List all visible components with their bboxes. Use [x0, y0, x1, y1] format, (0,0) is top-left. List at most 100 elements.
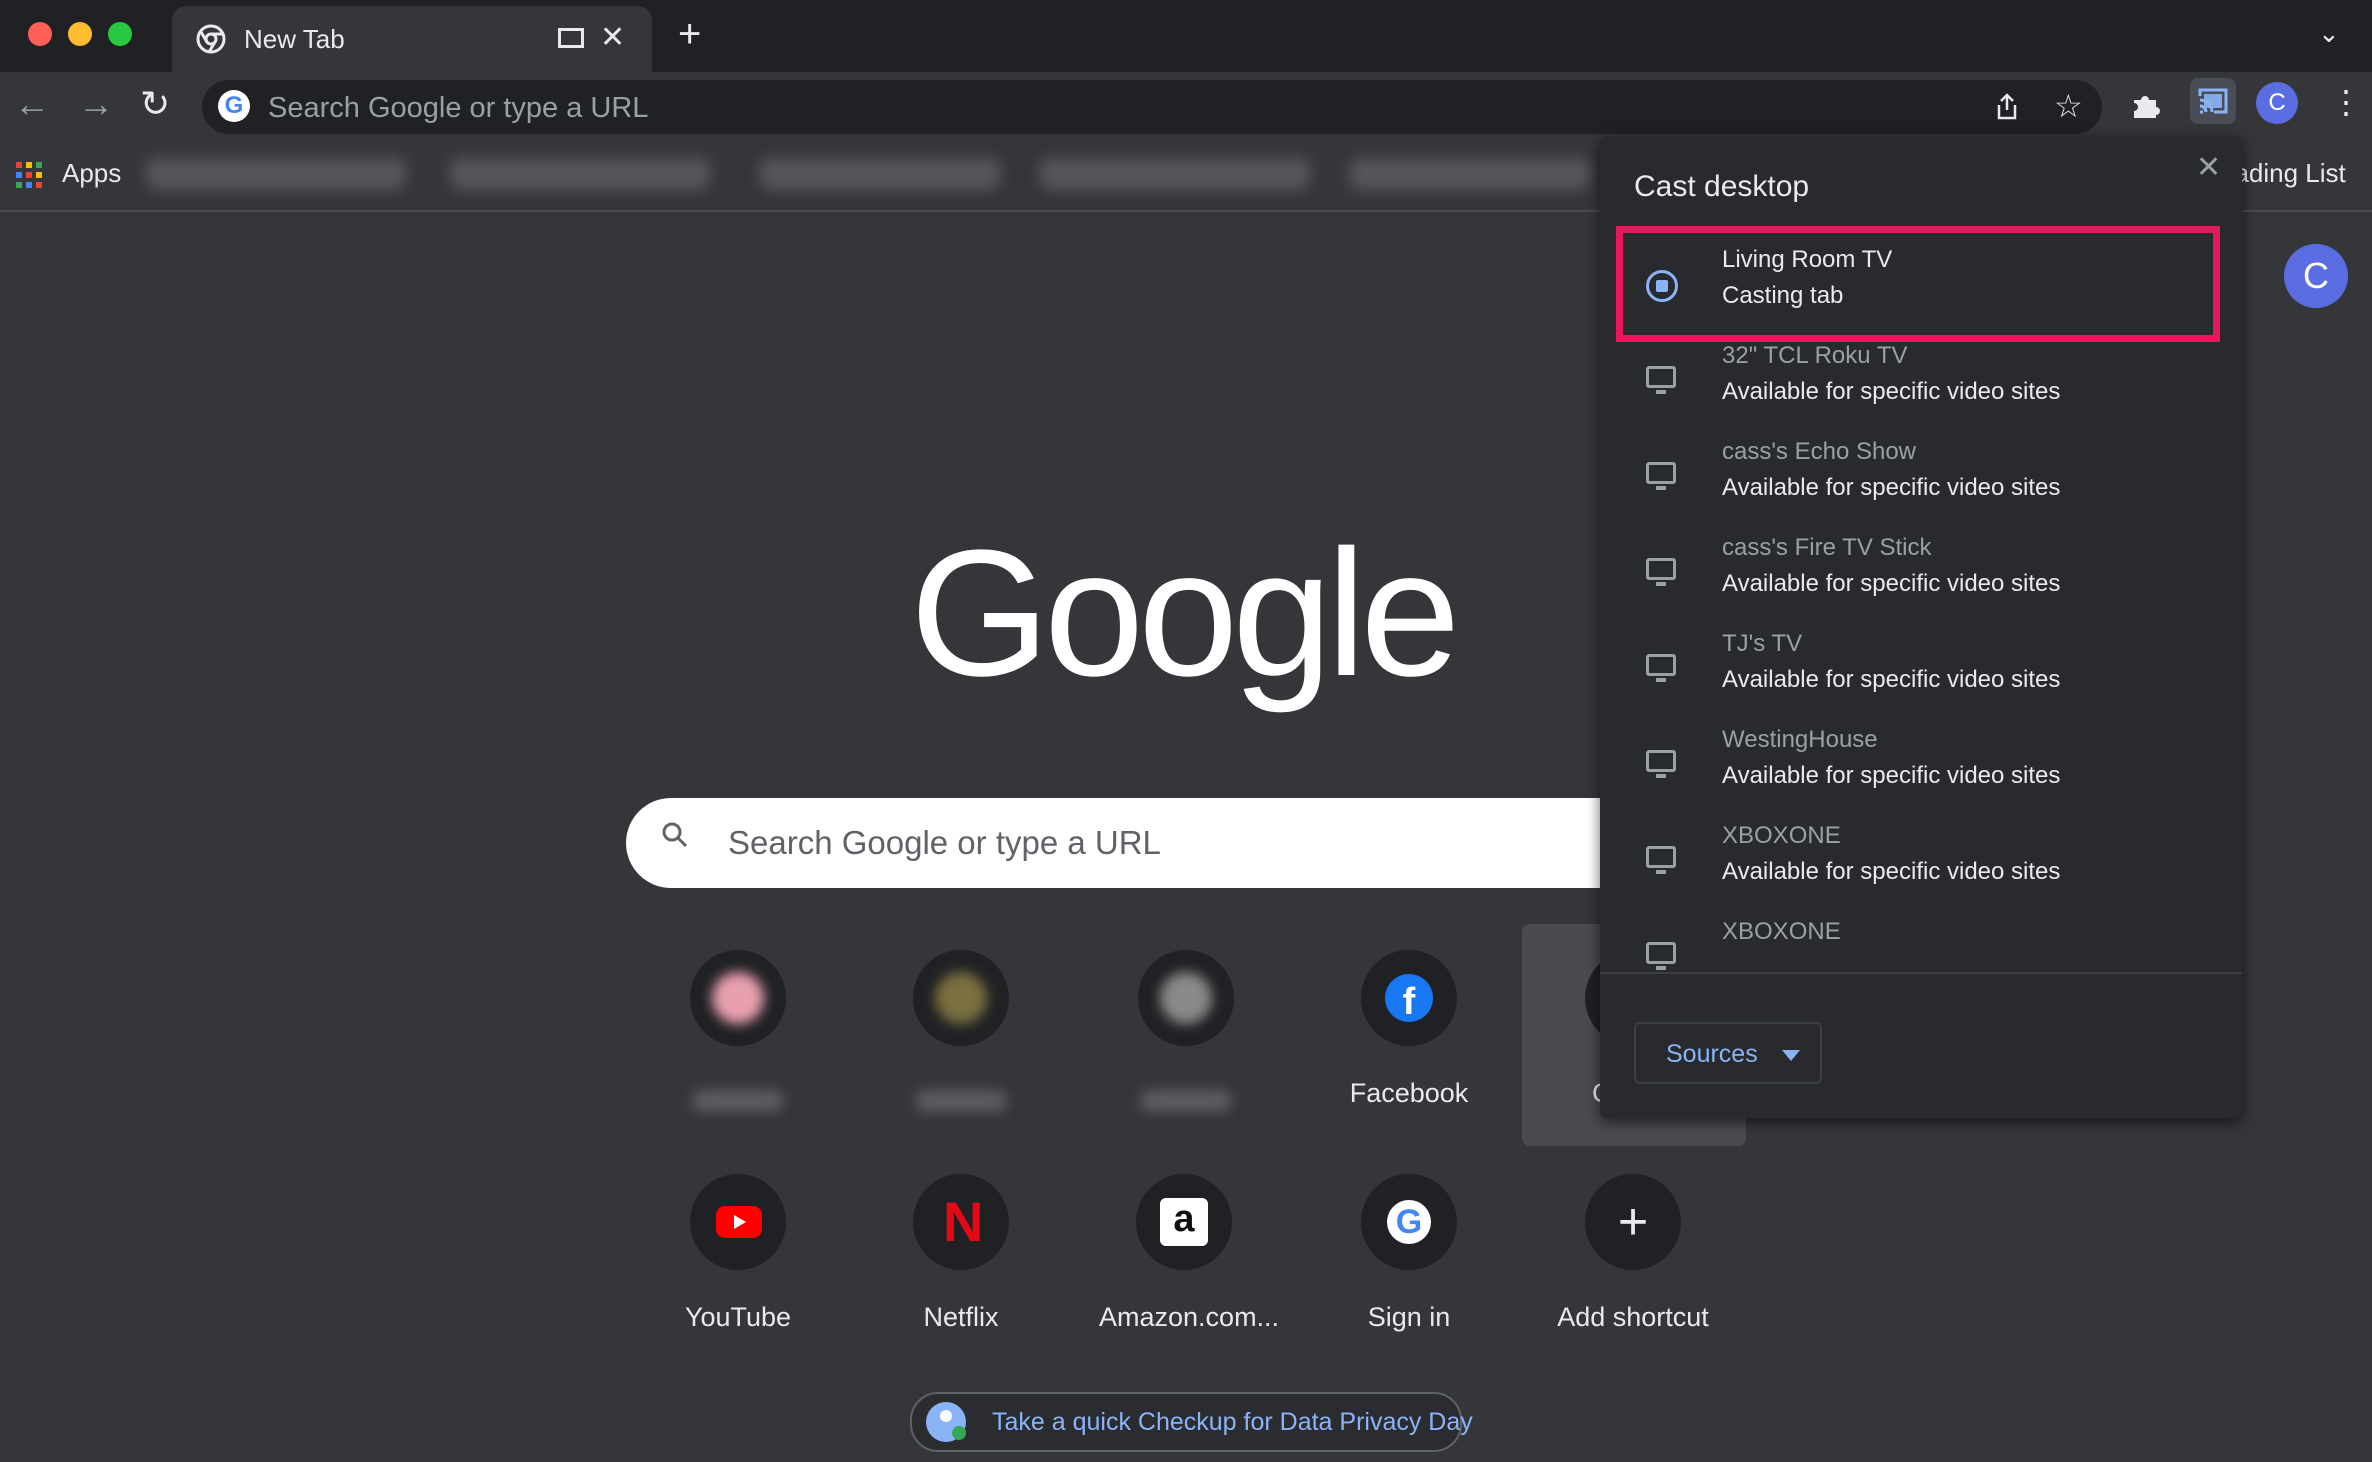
title-bar: New Tab ✕ + ⌄	[0, 0, 2372, 72]
youtube-icon	[716, 1206, 762, 1238]
google-icon: G	[218, 90, 250, 122]
toolbar: ← → ↻ G Search Google or type a URL ☆ C …	[0, 72, 2372, 140]
profile-avatar[interactable]: C	[2256, 82, 2298, 124]
shortcut-tile[interactable]	[1101, 930, 1271, 1150]
account-avatar[interactable]: C	[2284, 244, 2348, 308]
google-logo: Google	[910, 513, 1460, 714]
shortcut-label: Amazon.com...	[1099, 1302, 1280, 1332]
minimize-window-button[interactable]	[68, 22, 92, 46]
privacy-checkup-icon	[926, 1402, 966, 1442]
bookmark-item[interactable]	[1040, 158, 1310, 190]
shortcut-netflix[interactable]: N Netflix	[876, 1154, 1046, 1374]
shortcut-amazon[interactable]: a Amazon.com...	[1099, 1154, 1280, 1374]
google-icon: G	[1387, 1200, 1431, 1244]
sink-name: XBOXONE	[1722, 822, 1841, 849]
apps-link[interactable]: Apps	[62, 158, 121, 189]
sink-status: Available for specific video sites	[1722, 474, 2061, 501]
tab-close-icon[interactable]: ✕	[600, 20, 625, 55]
shortcut-tile[interactable]	[653, 930, 823, 1150]
shortcut-youtube[interactable]: YouTube	[653, 1154, 823, 1374]
shortcut-label-blurred	[1141, 1090, 1231, 1112]
plus-icon: +	[1617, 1193, 1649, 1251]
sink-name: XBOXONE	[1722, 918, 1841, 945]
close-icon[interactable]: ✕	[2196, 150, 2221, 185]
privacy-checkup-promo[interactable]: Take a quick Checkup for Data Privacy Da…	[910, 1392, 1473, 1452]
tv-icon	[1646, 654, 1676, 682]
reload-button[interactable]: ↻	[140, 86, 170, 122]
add-shortcut-button[interactable]: + Add shortcut	[1548, 1154, 1718, 1374]
omnibox[interactable]: G Search Google or type a URL ☆	[202, 80, 2102, 134]
ntp-search-box[interactable]: Search Google or type a URL	[626, 798, 1746, 888]
bookmark-item[interactable]	[146, 158, 406, 190]
new-tab-button[interactable]: +	[678, 14, 701, 54]
tab-search-icon[interactable]: ⌄	[2318, 18, 2340, 49]
shortcut-label: Sign in	[1367, 1302, 1451, 1332]
extensions-icon[interactable]	[2130, 90, 2162, 122]
ntp-search-input[interactable]: Search Google or type a URL	[728, 824, 1161, 862]
shortcut-sign-in[interactable]: G Sign in	[1324, 1154, 1494, 1374]
cast-dialog-title: Cast desktop	[1634, 170, 1810, 203]
tv-icon	[1646, 750, 1676, 778]
shortcut-tile[interactable]	[876, 930, 1046, 1150]
shortcut-label: YouTube	[684, 1302, 792, 1332]
chrome-icon	[196, 24, 226, 54]
shortcut-circle	[1585, 950, 1600, 1046]
privacy-checkup-link[interactable]: Take a quick Checkup for Data Privacy Da…	[992, 1408, 1473, 1437]
tab-title: New Tab	[244, 24, 345, 54]
shortcut-circle	[913, 950, 1009, 1046]
sources-label: Sources	[1666, 1040, 1758, 1068]
amazon-icon: a	[1160, 1198, 1208, 1246]
sink-status: Available for specific video sites	[1722, 570, 2061, 597]
forward-button[interactable]: →	[78, 86, 114, 122]
cast-sink[interactable]: TJ's TV Available for specific video sit…	[1600, 620, 2242, 716]
sink-name: cass's Echo Show	[1722, 438, 1917, 465]
cast-sink[interactable]: XBOXONE Available for specific video sit…	[1600, 812, 2242, 908]
sink-name: cass's Fire TV Stick	[1722, 534, 1932, 561]
shortcut-label: Add shortcut	[1557, 1302, 1709, 1332]
tv-icon	[1646, 462, 1676, 490]
shortcut-circle	[690, 1174, 786, 1270]
shortcut-circle: f	[1361, 950, 1457, 1046]
menu-icon[interactable]: ⋮	[2330, 84, 2362, 120]
close-window-button[interactable]	[28, 22, 52, 46]
shortcut-label-blurred	[693, 1090, 783, 1112]
bookmark-item[interactable]	[450, 158, 710, 190]
shortcut-label: Netflix	[923, 1302, 999, 1332]
shortcut-circle	[690, 950, 786, 1046]
sink-name: TJ's TV	[1722, 630, 1803, 657]
cast-sink[interactable]: WestingHouse Available for specific vide…	[1600, 716, 2242, 812]
bookmark-item[interactable]	[1350, 158, 1590, 190]
back-button[interactable]: ←	[14, 86, 50, 122]
shortcut-circle: N	[913, 1174, 1009, 1270]
cast-sink[interactable]: cass's Fire TV Stick Available for speci…	[1600, 524, 2242, 620]
cast-sink[interactable]: 32" TCL Roku TV Available for specific v…	[1600, 332, 2242, 428]
cast-sink[interactable]: XBOXONE	[1600, 908, 2242, 972]
tab-new-tab[interactable]: New Tab ✕	[172, 6, 652, 72]
shortcut-label: C	[1592, 1078, 1600, 1109]
shortcut-label: Facebook	[1349, 1078, 1469, 1108]
cast-icon	[2198, 88, 2228, 114]
netflix-icon: N	[943, 1190, 984, 1253]
apps-icon	[16, 162, 42, 188]
bookmark-star-icon[interactable]: ☆	[2054, 88, 2083, 124]
sources-dropdown[interactable]: Sources	[1634, 1022, 1822, 1084]
cast-button[interactable]	[2190, 78, 2236, 124]
share-icon[interactable]	[1992, 92, 2022, 122]
shortcut-label-blurred	[916, 1090, 1006, 1112]
shortcut-tile-hidden[interactable]: C	[1548, 930, 1600, 1150]
maximize-window-button[interactable]	[108, 22, 132, 46]
sink-status: Available for specific video sites	[1722, 666, 2061, 693]
bookmark-item[interactable]	[760, 158, 1000, 190]
cast-sink[interactable]: cass's Echo Show Available for specific …	[1600, 428, 2242, 524]
sink-status: Available for specific video sites	[1722, 858, 2061, 885]
picture-in-picture-icon[interactable]	[558, 28, 584, 48]
omnibox-input[interactable]: Search Google or type a URL	[268, 92, 648, 125]
search-icon	[662, 822, 688, 848]
shortcut-circle: a	[1136, 1174, 1232, 1270]
sink-name: 32" TCL Roku TV	[1722, 342, 1908, 369]
tv-icon	[1646, 942, 1676, 970]
cast-dialog: Cast desktop ✕ Living Room TV Casting ta…	[1600, 136, 2242, 1118]
divider	[1600, 972, 2242, 974]
shortcut-circle	[1138, 950, 1234, 1046]
shortcut-facebook[interactable]: f Facebook	[1324, 930, 1494, 1150]
